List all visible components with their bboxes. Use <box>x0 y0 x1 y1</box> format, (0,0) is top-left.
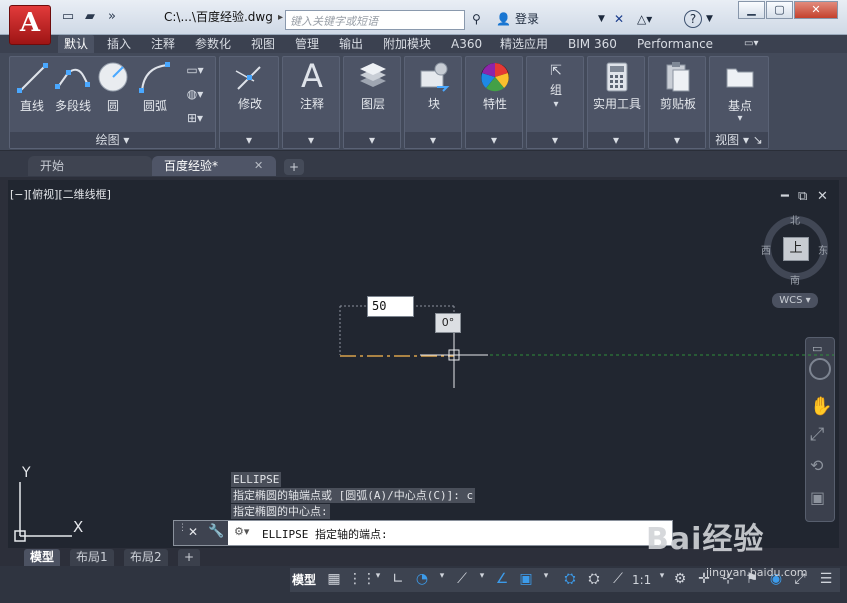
ortho-icon[interactable]: ∟ <box>388 571 408 587</box>
annotation-scale-icon[interactable]: ⟋ <box>608 571 628 587</box>
recent-commands-icon[interactable]: ⚙▾ <box>234 525 249 538</box>
snap-dropdown-icon[interactable]: ▾ <box>368 571 388 581</box>
command-history-line: 指定椭圆的中心点: <box>231 504 330 519</box>
dynamic-angle-tooltip: 0° <box>435 313 461 333</box>
isometric-icon[interactable]: ⟋ <box>452 571 472 587</box>
scale-dropdown-icon[interactable]: ▾ <box>652 571 672 581</box>
ucs-y-label: Y <box>22 465 31 481</box>
command-line[interactable]: ⋮ ✕ 🔧 ⚙▾ ELLIPSE 指定轴的端点: <box>173 520 673 546</box>
command-line-grip-icon[interactable]: ⋮ <box>178 523 187 533</box>
layout-tab-layout1[interactable]: 布局1 <box>70 549 114 566</box>
polar-dropdown-icon[interactable]: ▾ <box>432 571 452 581</box>
command-history-line: ELLIPSE <box>231 472 282 487</box>
workspace-gear-icon[interactable]: ⚙ <box>670 571 690 587</box>
model-space-button[interactable]: 模型 <box>292 571 316 588</box>
new-layout-icon[interactable]: + <box>178 549 201 566</box>
layout-tab-layout2[interactable]: 布局2 <box>124 549 168 566</box>
isometric-dropdown-icon[interactable]: ▾ <box>472 571 492 581</box>
annotation-scale-value[interactable]: 1:1 <box>632 573 651 587</box>
drawing-geometry <box>14 305 834 542</box>
customization-menu-icon[interactable]: ☰ <box>816 571 836 587</box>
grid-icon[interactable]: ▦ <box>324 571 344 587</box>
app-logo: A <box>19 8 41 38</box>
annotation-visibility-icon[interactable]: ⛭ <box>560 571 580 587</box>
object-snap-dropdown-icon[interactable]: ▾ <box>536 571 556 581</box>
polar-tracking-icon[interactable]: ◔ <box>412 571 432 587</box>
command-history-line: 指定椭圆的轴端点或 [圆弧(A)/中心点(C)]: c <box>231 488 476 503</box>
command-line-close-icon[interactable]: ✕ <box>188 525 198 539</box>
layout-tab-model[interactable]: 模型 <box>24 549 61 566</box>
baidu-watermark-logo: Bai经验 <box>646 522 765 557</box>
object-snap-icon[interactable]: ▣ <box>516 571 536 587</box>
ucs-x-label: X <box>73 518 84 536</box>
application-menu-button[interactable]: A <box>9 5 51 45</box>
command-prompt: ELLIPSE 指定轴的端点: <box>262 528 388 541</box>
customize-wrench-icon[interactable]: 🔧 <box>208 524 224 539</box>
dynamic-input-field[interactable]: 50 <box>367 296 414 317</box>
snap-mode-icon[interactable]: ⋮⋮ <box>348 571 376 587</box>
object-snap-tracking-icon[interactable]: ∠ <box>492 571 512 587</box>
baidu-watermark-url: jingyan.baidu.com <box>706 566 808 579</box>
auto-scale-icon[interactable]: ⛭ <box>584 571 604 587</box>
command-line-controls: ⋮ ✕ 🔧 <box>174 521 228 545</box>
